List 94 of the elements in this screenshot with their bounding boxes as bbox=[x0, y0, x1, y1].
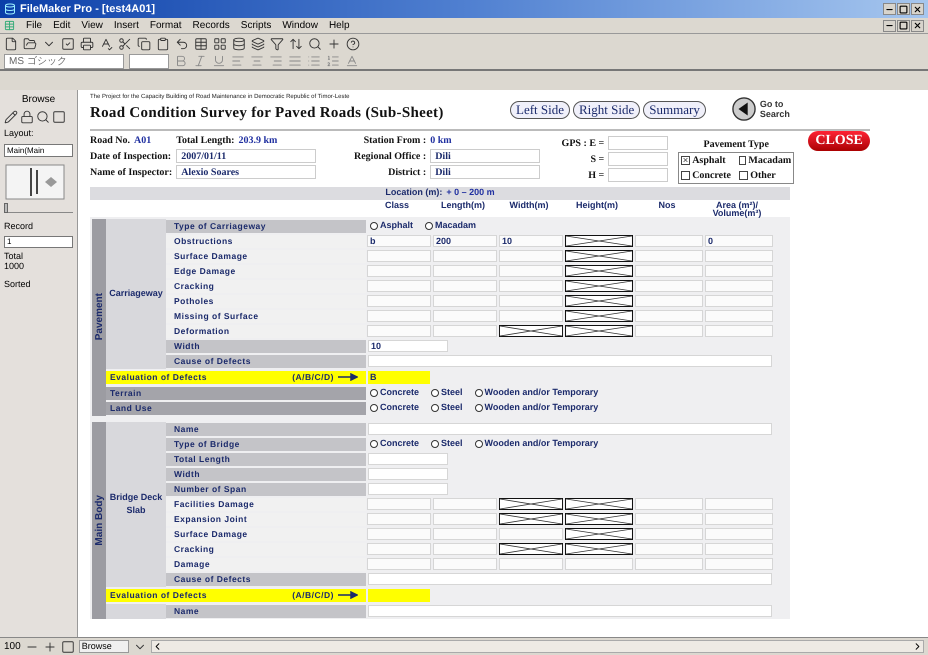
option-label: Steel bbox=[441, 437, 463, 450]
option-label: Asphalt bbox=[380, 219, 414, 232]
evaluation-label: Evaluation of Defects bbox=[110, 588, 207, 602]
value-field[interactable]: 0 bbox=[705, 235, 773, 247]
row-label: Name bbox=[166, 422, 366, 436]
close-button[interactable]: CLOSE bbox=[808, 130, 870, 150]
row-label: Type of Bridge bbox=[166, 438, 366, 450]
group-label: Carriageway bbox=[109, 287, 163, 300]
column-header: Nos bbox=[657, 200, 676, 212]
zoom-level[interactable]: 100 bbox=[4, 639, 21, 654]
column-header: Width(m) bbox=[508, 200, 550, 212]
field-label: Regional Office : bbox=[353, 150, 426, 164]
nav-button[interactable]: Right Side bbox=[573, 101, 640, 119]
grade-scale: (A/B/C/D) bbox=[292, 588, 334, 602]
text-field[interactable]: 2007/01/11 bbox=[176, 149, 316, 163]
window-title: FileMaker Pro - [test4A01] bbox=[20, 2, 156, 17]
value-field[interactable]: 10 bbox=[368, 340, 448, 352]
option-label: Concrete bbox=[380, 386, 420, 400]
option-label: Wooden and/or Temporary bbox=[484, 386, 598, 400]
column-header: Class bbox=[384, 200, 410, 212]
mode-label: Browse bbox=[20, 93, 56, 107]
option-label: Steel bbox=[441, 386, 463, 400]
form-title: Road Condition Survey for Paved Roads (Sub-Sheet) bbox=[90, 104, 445, 123]
location-label: Location (m): bbox=[385, 186, 442, 200]
row-label: Width bbox=[166, 468, 366, 480]
menu-item[interactable]: Insert bbox=[114, 18, 139, 33]
field-label: Road No. bbox=[90, 134, 130, 148]
row-label: Cause of Defects bbox=[166, 354, 366, 368]
value-field[interactable]: 200 bbox=[433, 235, 497, 247]
layout-dropdown[interactable]: Main(Main bbox=[4, 144, 73, 156]
menu-item[interactable]: Records bbox=[192, 18, 230, 33]
checkbox-label: Concrete bbox=[692, 168, 731, 182]
total-label: Total bbox=[4, 251, 24, 261]
text-field[interactable]: Dili bbox=[430, 149, 540, 163]
nav-button[interactable]: Left Side bbox=[510, 101, 570, 119]
row-label: Width bbox=[166, 340, 366, 352]
group-label: Bridge Deck Slab bbox=[108, 491, 164, 517]
column-header: Length(m) bbox=[440, 200, 486, 212]
checkbox-label: Asphalt bbox=[692, 154, 726, 168]
field-label: Date of Inspection: bbox=[90, 150, 172, 164]
option-label: Concrete bbox=[380, 401, 420, 414]
option-label: Concrete bbox=[380, 437, 420, 450]
menu-item[interactable]: File bbox=[26, 18, 42, 33]
value-field[interactable]: 10 bbox=[499, 235, 563, 247]
option-label: Steel bbox=[441, 401, 463, 414]
row-label: Number of Span bbox=[166, 482, 366, 496]
option-label: Wooden and/or Temporary bbox=[484, 401, 598, 414]
location-range: + 0 – 200 m bbox=[446, 186, 495, 200]
field-label: Station From : bbox=[362, 134, 426, 148]
band-label: Land Use bbox=[106, 402, 366, 414]
font-field[interactable]: MS ゴシック bbox=[4, 54, 124, 68]
mode-dropdown[interactable]: Browse bbox=[78, 640, 129, 653]
grade-field[interactable]: B bbox=[368, 370, 430, 384]
checkbox-label: Macadam bbox=[748, 154, 792, 168]
menu-item[interactable]: Help bbox=[328, 18, 350, 33]
record-field[interactable]: 1 bbox=[4, 236, 73, 248]
value-field[interactable]: b bbox=[367, 235, 431, 247]
row-label: Type of Carriageway bbox=[166, 220, 366, 232]
road-number: A01 bbox=[134, 134, 152, 148]
station: 0 km bbox=[430, 134, 453, 148]
row-label: Total Length bbox=[166, 452, 366, 466]
menu-item[interactable]: View bbox=[81, 18, 103, 33]
nav-button[interactable]: Summary bbox=[643, 101, 706, 119]
pavement-type-title: Pavement Type bbox=[703, 138, 769, 152]
checkbox-label: Other bbox=[750, 168, 776, 182]
search-link[interactable]: Go to Search bbox=[760, 99, 800, 119]
row-label: Name bbox=[166, 604, 366, 618]
field-label: Total Length: bbox=[176, 134, 234, 148]
column-header: Height(m) bbox=[575, 200, 619, 212]
grade-scale: (A/B/C/D) bbox=[292, 370, 334, 384]
layout-label: Layout: bbox=[4, 127, 35, 140]
sort-status: Sorted bbox=[4, 278, 32, 291]
total-count: 1000 bbox=[4, 261, 26, 271]
section-label: Pavement bbox=[92, 293, 106, 341]
evaluation-label: Evaluation of Defects bbox=[110, 370, 207, 384]
field-label: S = bbox=[589, 152, 604, 166]
text-field[interactable]: Alexio Soares bbox=[176, 165, 316, 179]
menu-item[interactable]: Scripts bbox=[240, 18, 272, 33]
field-label: District : bbox=[387, 166, 426, 180]
row-label: Cause of Defects bbox=[166, 572, 366, 586]
field-label: H = bbox=[587, 168, 604, 182]
section-label: Main Body bbox=[92, 494, 106, 546]
total-length: 203.9 km bbox=[238, 134, 278, 148]
record-label: Record bbox=[4, 220, 34, 232]
band-label: Terrain bbox=[106, 386, 366, 400]
menu-item[interactable]: Edit bbox=[53, 18, 70, 33]
option-label: Wooden and/or Temporary bbox=[484, 437, 598, 450]
menu-item[interactable]: Format bbox=[150, 18, 182, 33]
field-label: GPS : E = bbox=[560, 136, 604, 150]
menu-item[interactable]: Window bbox=[282, 18, 318, 33]
column-header: Area (m²)/ Volume(m³) bbox=[712, 200, 762, 216]
field-label: Name of Inspector: bbox=[90, 166, 172, 180]
option-label: Macadam bbox=[435, 219, 476, 232]
text-field[interactable]: Dili bbox=[430, 165, 540, 179]
